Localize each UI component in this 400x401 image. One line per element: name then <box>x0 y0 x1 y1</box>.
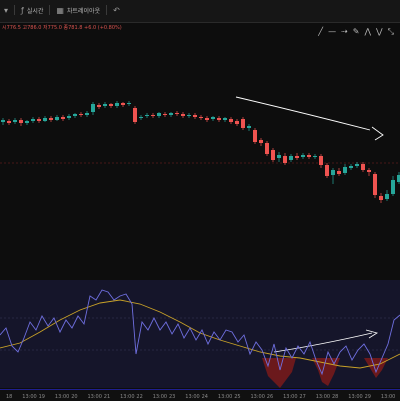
price-chart[interactable] <box>0 0 400 400</box>
candle-down <box>253 130 257 142</box>
candle-down <box>133 108 137 122</box>
time-axis-labels: 18 13:00 19 13:00 20 13:00 21 13:00 22 13:00 23 13:… <box>6 394 395 400</box>
candle-up <box>289 156 293 160</box>
time-axis-tick: 13:00 <box>88 394 102 400</box>
candle-down <box>19 120 23 123</box>
candle-up <box>391 180 395 194</box>
candle-up <box>13 120 17 122</box>
candle-down <box>325 165 329 176</box>
candle-up <box>31 119 35 121</box>
candle-up <box>385 194 389 199</box>
candle-down <box>151 115 155 116</box>
time-axis: 18 13:00 19 13:00 20 13:00 21 13:00 22 13:00 23 13:… <box>0 389 400 401</box>
trend-annotation-upper <box>235 96 371 131</box>
candle-up <box>55 117 59 120</box>
candle-down <box>265 143 269 154</box>
candle-up <box>187 115 191 116</box>
candle-up <box>85 113 89 115</box>
candle-up <box>73 114 77 116</box>
candle-down <box>175 113 179 114</box>
candle-up <box>103 104 107 106</box>
candle-up <box>1 120 5 122</box>
candle-up <box>343 167 347 173</box>
candle-up <box>115 103 119 106</box>
candle-up <box>139 117 143 118</box>
candle-up <box>247 126 251 128</box>
candle-down <box>235 121 239 124</box>
candle-down <box>49 118 53 120</box>
time-axis-tick: 13:00 <box>283 394 297 400</box>
candle-down <box>361 164 365 170</box>
candle-down <box>61 117 65 119</box>
time-axis-tick: 13:00 <box>185 394 199 400</box>
candle-up <box>67 116 71 118</box>
candle-up <box>331 170 335 175</box>
time-axis-tick: 24 <box>202 394 208 400</box>
candle-down <box>37 119 41 121</box>
candle-up <box>157 113 161 116</box>
candle-down <box>367 170 371 172</box>
candle-up <box>145 115 149 116</box>
time-axis-tick: 18 <box>6 394 12 400</box>
candle-up <box>277 155 281 158</box>
time-axis-tick: 13:00 <box>381 394 395 400</box>
time-axis-tick: 13:00 <box>218 394 232 400</box>
time-axis-tick: 13:00 <box>251 394 265 400</box>
candle-down <box>319 156 323 165</box>
candle-down <box>97 105 101 107</box>
time-axis-tick: 13:00 <box>316 394 330 400</box>
time-axis-tick: 13:00 <box>348 394 362 400</box>
candle-down <box>379 196 383 200</box>
trend-arrowhead-upper <box>371 126 384 141</box>
candle-down <box>283 156 287 163</box>
candle-down <box>193 115 197 117</box>
candle-down <box>7 121 11 123</box>
time-axis-tick: 13:00 <box>55 394 69 400</box>
candle-up <box>25 121 29 123</box>
time-axis-tick: 25 <box>234 394 240 400</box>
candle-up <box>211 117 215 119</box>
candle-up <box>91 104 95 112</box>
candle-up <box>301 155 305 157</box>
time-axis-tick: 26 <box>267 394 273 400</box>
candle-up <box>313 156 317 157</box>
candle-down <box>337 171 341 174</box>
candle-down <box>307 155 311 157</box>
time-axis-tick: 21 <box>104 394 110 400</box>
candle-down <box>217 118 221 120</box>
time-axis-tick: 23 <box>169 394 175 400</box>
candle-down <box>259 140 263 143</box>
candle-down <box>109 104 113 106</box>
candle-down <box>163 114 167 115</box>
time-axis-tick: 27 <box>299 394 305 400</box>
time-axis-tick: 13:00 <box>153 394 167 400</box>
candle-up <box>223 118 227 120</box>
candle-up <box>355 164 359 166</box>
time-axis-tick: 22 <box>136 394 142 400</box>
time-axis-tick: 20 <box>71 394 77 400</box>
candle-down <box>229 119 233 122</box>
candle-up <box>169 113 173 115</box>
candle-down <box>121 103 125 105</box>
time-axis-tick: 13:00 <box>120 394 134 400</box>
candle-down <box>241 119 245 128</box>
candle-up <box>127 103 131 104</box>
candle-down <box>271 150 275 160</box>
candle-down <box>199 117 203 118</box>
time-axis-tick: 19 <box>39 394 45 400</box>
candles-group <box>1 101 400 203</box>
candle-down <box>79 114 83 115</box>
candle-down <box>373 174 377 195</box>
time-axis-tick: 29 <box>365 394 371 400</box>
time-axis-tick: 13:00 <box>22 394 36 400</box>
time-axis-tick: 28 <box>332 394 338 400</box>
candle-up <box>349 166 353 168</box>
candle-down <box>181 114 185 116</box>
candle-up <box>43 118 47 121</box>
candle-down <box>295 156 299 158</box>
candle-down <box>205 118 209 120</box>
